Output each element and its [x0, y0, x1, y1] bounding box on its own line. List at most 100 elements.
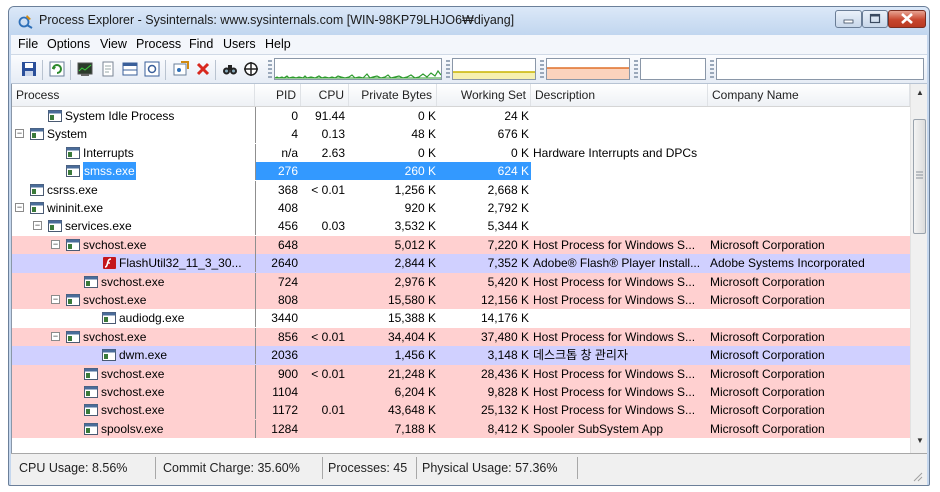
toolbar-grip[interactable] — [710, 60, 714, 80]
maximize-button[interactable] — [862, 10, 888, 28]
resize-grip-icon[interactable] — [911, 470, 923, 482]
company-name-cell — [708, 199, 910, 217]
refresh-icon[interactable] — [49, 61, 65, 77]
scroll-up-arrow-icon[interactable]: ▲ — [914, 88, 926, 102]
close-icon — [901, 13, 913, 24]
network-graph[interactable] — [716, 58, 924, 80]
commit-charge-graph[interactable] — [452, 58, 536, 80]
scrollbar-thumb[interactable] — [913, 119, 926, 234]
company-name-cell: Microsoft Corporation — [710, 293, 825, 307]
cpu-cell — [301, 309, 349, 327]
cpu-cell: 0.03 — [321, 219, 345, 234]
menu-process[interactable]: Process — [136, 37, 181, 51]
working-set-cell: 2,792 K — [487, 201, 529, 215]
process-window-icon — [66, 238, 80, 251]
working-set-cell: 5,344 K — [487, 219, 529, 234]
private-bytes-cell: 3,532 K — [394, 219, 436, 234]
menu-users[interactable]: Users — [223, 37, 256, 51]
process-window-icon — [102, 349, 116, 362]
process-name-cell: svchost.exe — [12, 383, 255, 401]
menu-help[interactable]: Help — [265, 37, 291, 51]
toolbar-separator — [70, 60, 71, 80]
table-row[interactable]: spoolsv.exe 1284 7,188 K 8,412 K Spooler Sub… — [12, 419, 910, 439]
table-row[interactable]: audiodg.exe 3440 15,388 K 14,176 K — [12, 309, 910, 328]
table-row[interactable]: svchost.exe 724 2,976 K 5,420 K Host Process… — [12, 272, 910, 291]
description-cell: Host Process for Windows S... — [533, 293, 696, 307]
physical-usage-graph[interactable] — [546, 58, 630, 80]
pid-cell: 1172 — [255, 401, 301, 420]
table-row[interactable]: System Idle Process 0 91.44 0 K 24 K — [12, 107, 910, 125]
vertical-scrollbar[interactable]: ▲ ▼ — [910, 84, 927, 453]
toolbar-grip[interactable] — [268, 60, 272, 80]
working-set-cell: 7,352 K — [487, 256, 529, 271]
description-cell — [531, 199, 708, 217]
menu-options[interactable]: Options — [47, 37, 90, 51]
minimize-button[interactable] — [835, 10, 862, 28]
process-window-icon — [84, 275, 98, 288]
process-list[interactable]: Process PID CPU Private Bytes Working Se… — [11, 84, 927, 453]
process-window-icon — [102, 312, 116, 325]
process-name: svchost.exe — [83, 293, 147, 307]
toolbar-grip[interactable] — [540, 60, 544, 80]
close-button[interactable] — [888, 10, 926, 28]
company-name-cell: Microsoft Corporation — [710, 274, 825, 289]
tree-collapse-icon[interactable]: − — [15, 203, 24, 212]
target-icon[interactable] — [173, 61, 189, 77]
private-bytes-cell: 5,012 K — [394, 237, 436, 252]
title-bar[interactable]: Process Explorer - Sysinternals: www.sys… — [9, 7, 929, 35]
cpu-graph[interactable] — [274, 58, 442, 80]
table-row[interactable]: − svchost.exe 856 < 0.01 34,404 K 37,480 K Hos… — [12, 327, 910, 347]
table-row[interactable]: svchost.exe 1172 0.01 43,648 K 25,132 K Host … — [12, 401, 910, 420]
tree-collapse-icon[interactable]: − — [51, 331, 60, 341]
io-graph[interactable] — [640, 58, 706, 80]
tree-collapse-icon[interactable]: − — [51, 295, 60, 304]
kill-process-icon[interactable] — [195, 61, 211, 77]
process-name-cell: − svchost.exe — [12, 236, 255, 254]
working-set-cell: 5,420 K — [487, 274, 529, 289]
tree-collapse-icon[interactable]: − — [33, 221, 42, 231]
menu-file[interactable]: File — [18, 37, 38, 51]
column-process[interactable]: Process — [12, 84, 255, 106]
menu-find[interactable]: Find — [189, 37, 213, 51]
crosshair-icon[interactable] — [243, 61, 259, 77]
table-row[interactable]: − svchost.exe 808 15,580 K 12,156 K Host Proc… — [12, 291, 910, 310]
table-row[interactable]: svchost.exe 1104 6,204 K 9,828 K Host Proces… — [12, 383, 910, 402]
process-window-icon — [84, 386, 98, 398]
system-info-icon[interactable] — [77, 61, 93, 77]
toolbar-grip[interactable] — [634, 60, 638, 80]
process-name: svchost.exe — [83, 329, 147, 344]
tree-collapse-icon[interactable]: − — [15, 129, 24, 139]
properties-icon[interactable] — [100, 61, 116, 77]
process-name: svchost.exe — [101, 366, 165, 381]
process-name: svchost.exe — [101, 274, 165, 289]
column-cpu[interactable]: CPU — [301, 84, 349, 106]
column-pid[interactable]: PID — [255, 84, 301, 106]
column-company-name[interactable]: Company Name — [708, 84, 910, 106]
column-description[interactable]: Description — [531, 84, 708, 106]
table-row[interactable]: − wininit.exe 408 920 K 2,792 K — [12, 199, 910, 217]
table-row[interactable]: svchost.exe 900 < 0.01 21,248 K 28,436 K Host… — [12, 364, 910, 383]
tree-collapse-icon[interactable]: − — [51, 239, 60, 249]
menu-view[interactable]: View — [100, 37, 127, 51]
save-icon[interactable] — [21, 61, 37, 77]
table-row[interactable]: FlashUtil32_11_3_30... 2640 2,844 K 7,352 K… — [12, 254, 910, 273]
company-name-cell: Microsoft Corporation — [710, 237, 825, 252]
description-cell — [531, 309, 708, 327]
table-row[interactable]: csrss.exe 368 < 0.01 1,256 K 2,668 K — [12, 180, 910, 199]
private-bytes-cell: 48 K — [411, 127, 436, 142]
table-row[interactable]: − svchost.exe 648 5,012 K 7,220 K Host Proces… — [12, 235, 910, 255]
scroll-down-arrow-icon[interactable]: ▼ — [914, 436, 926, 450]
column-private-bytes[interactable]: Private Bytes — [349, 84, 437, 106]
table-row[interactable]: Interrupts n/a 2.63 0 K 0 K Hardware Interrup… — [12, 143, 910, 162]
dll-view-icon[interactable] — [144, 61, 160, 77]
table-row[interactable]: − System 4 0.13 48 K 676 K — [12, 125, 910, 144]
table-row[interactable]: smss.exe 276 260 K 624 K — [12, 162, 910, 181]
column-working-set[interactable]: Working Set — [437, 84, 531, 106]
cpu-cell — [301, 236, 349, 254]
toolbar-grip[interactable] — [446, 60, 450, 80]
table-row[interactable]: − services.exe 456 0.03 3,532 K 5,344 K — [12, 217, 910, 236]
pid-cell: 4 — [255, 125, 301, 144]
lower-pane-icon[interactable] — [122, 61, 138, 77]
table-row[interactable]: dwm.exe 2036 1,456 K 3,148 K 데스크톱 창 관리자 Micro… — [12, 346, 910, 365]
find-icon[interactable] — [222, 61, 238, 77]
